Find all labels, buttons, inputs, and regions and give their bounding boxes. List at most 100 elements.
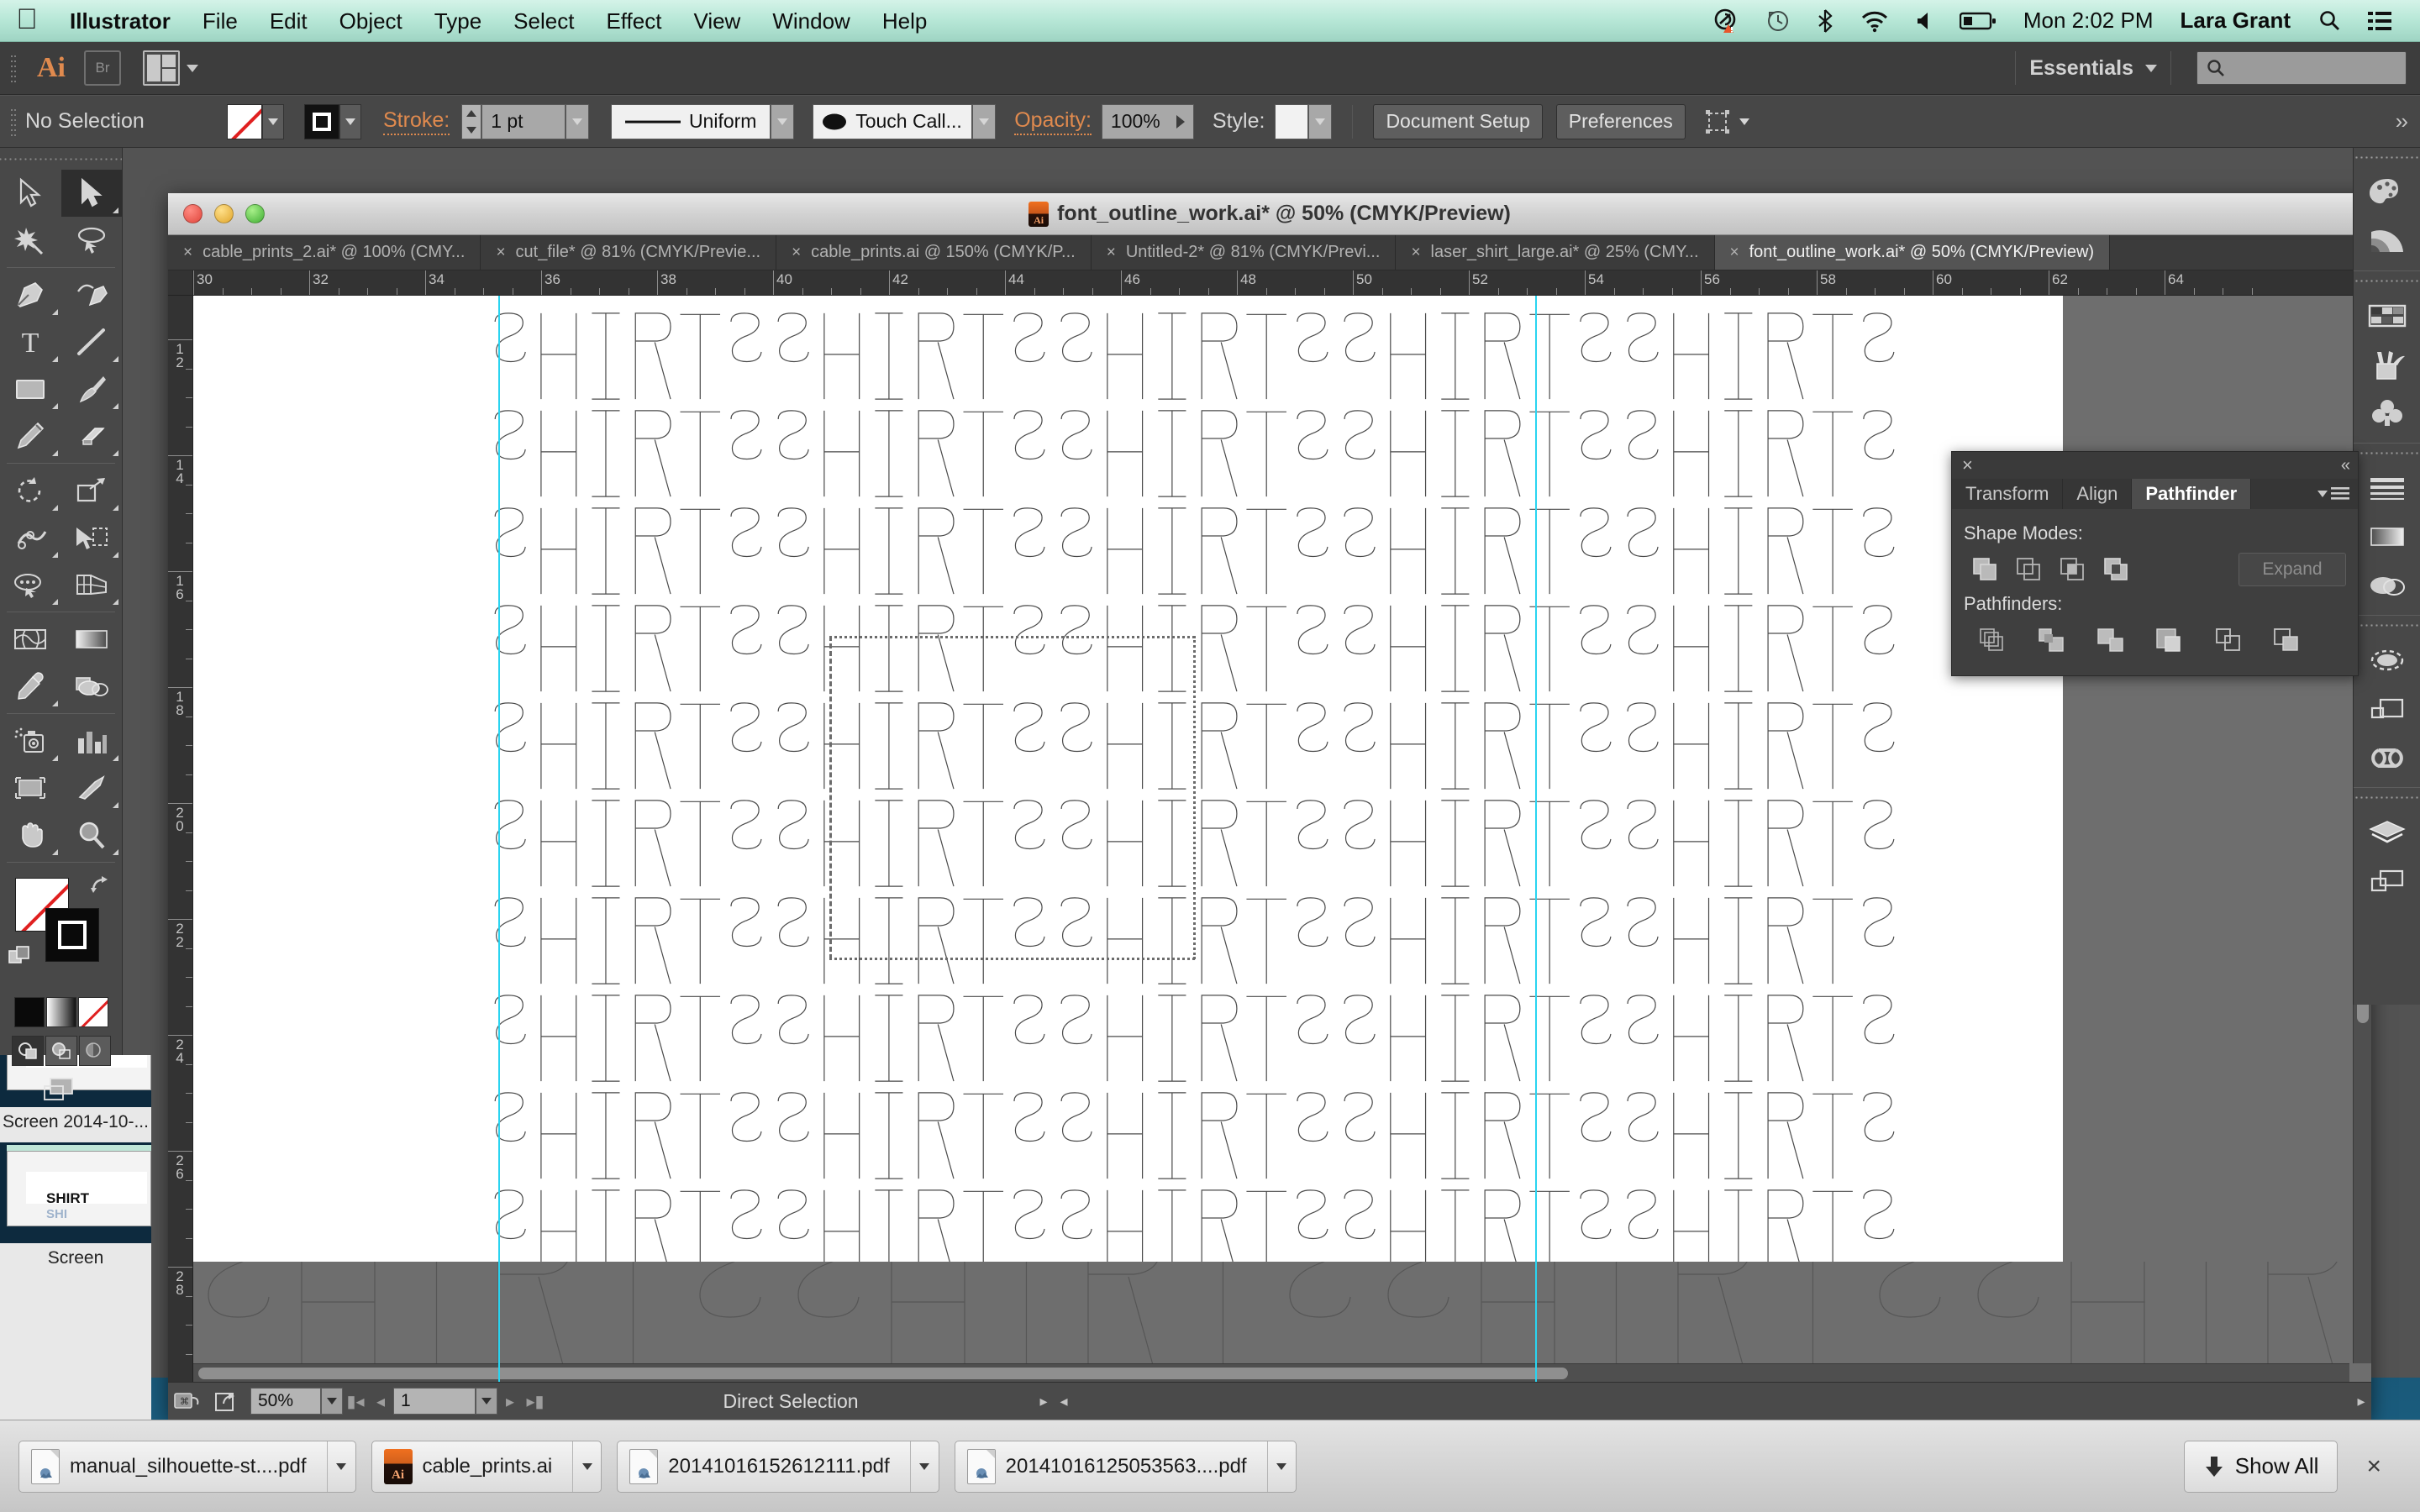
zoom-tool[interactable] — [61, 811, 123, 858]
tab-transform[interactable]: Transform — [1952, 479, 2064, 509]
artboard-number-dropdown[interactable] — [476, 1388, 497, 1415]
document-tab[interactable]: × Untitled-2* @ 81% (CMYK/Previ... — [1091, 235, 1397, 270]
time-machine-icon[interactable] — [1753, 0, 1803, 42]
previous-artboard-button[interactable]: ◂ — [368, 1383, 393, 1420]
preflight-icon[interactable]: ⌘ — [168, 1383, 207, 1420]
transform-each-button[interactable] — [1704, 108, 1749, 135]
show-all-button[interactable]: Show All — [2183, 1440, 2338, 1493]
battery-icon[interactable] — [1946, 0, 2010, 42]
menu-item-select[interactable]: Select — [497, 0, 590, 42]
graphic-style-swatch[interactable] — [1275, 103, 1309, 139]
screenshot-thumbnail[interactable]: SHIRT SHI — [0, 1142, 151, 1244]
gradient-panel-icon[interactable] — [2354, 512, 2420, 561]
collapse-panel-icon[interactable]: « — [2341, 456, 2350, 475]
shape-builder-tool[interactable] — [0, 561, 61, 608]
panel-menu-icon[interactable] — [2309, 479, 2358, 509]
curvature-tool[interactable] — [61, 271, 123, 318]
lasso-tool[interactable] — [61, 217, 123, 264]
status-expand-icon[interactable]: ▸ — [1034, 1383, 1054, 1420]
close-downloads-icon[interactable]: × — [2353, 1452, 2402, 1481]
vertical-ruler[interactable]: 12 14 16 18 20 22 24 26 28 — [168, 296, 193, 1382]
draw-behind-mode[interactable] — [45, 1036, 77, 1066]
stroke-weight-stepper[interactable] — [461, 103, 482, 139]
swap-fill-stroke-icon[interactable] — [90, 874, 113, 901]
type-tool[interactable]: T — [0, 318, 61, 365]
dock-group-grip[interactable] — [2354, 616, 2420, 634]
direct-selection-tool[interactable] — [60, 170, 122, 217]
swatches-panel-icon[interactable] — [2354, 291, 2420, 340]
free-transform-tool[interactable] — [61, 514, 123, 561]
scroll-left-icon[interactable]: ◂ — [1054, 1383, 1074, 1420]
color-panel-icon[interactable] — [2354, 168, 2420, 217]
symbol-sprayer-tool[interactable] — [0, 717, 61, 764]
menu-item-view[interactable]: View — [677, 0, 756, 42]
document-title-bar[interactable]: Ai font_outline_work.ai* @ 50% (CMYK/Pre… — [168, 193, 2371, 235]
spotlight-search-icon[interactable] — [2304, 0, 2354, 42]
pathfinder-panel-header[interactable]: × « — [1952, 452, 2358, 479]
menu-item-help[interactable]: Help — [866, 0, 943, 42]
default-fill-stroke-icon[interactable] — [8, 945, 34, 973]
download-item[interactable]: 20141016152612111.pdf — [617, 1440, 939, 1493]
menu-item-object[interactable]: Object — [324, 0, 418, 42]
width-tool[interactable] — [0, 514, 61, 561]
stroke-swatch-dropdown[interactable] — [339, 103, 361, 139]
close-icon[interactable]: × — [792, 244, 801, 262]
slice-tool[interactable] — [61, 764, 123, 811]
transparency-panel-icon[interactable] — [2354, 561, 2420, 610]
close-icon[interactable]: × — [496, 244, 505, 262]
close-icon[interactable]: × — [1411, 244, 1420, 262]
artboard-tool[interactable] — [0, 764, 61, 811]
fill-color-swatch[interactable] — [227, 103, 262, 139]
document-tab[interactable]: × cut_file* @ 81% (CMYK/Previe... — [481, 235, 777, 270]
horizontal-ruler[interactable]: 30 32 34 36 38 40 42 44 46 48 50 52 54 56 58 60 62 64 — [168, 270, 2371, 296]
exclude-icon[interactable] — [2095, 551, 2139, 588]
close-icon[interactable]: × — [183, 244, 192, 262]
artboards-panel-icon[interactable] — [2354, 857, 2420, 906]
line-segment-tool[interactable] — [61, 318, 123, 365]
rotate-tool[interactable] — [0, 467, 61, 514]
bridge-button[interactable]: Br — [84, 50, 121, 86]
none-swatch[interactable] — [77, 997, 108, 1027]
document-setup-button[interactable]: Document Setup — [1373, 103, 1543, 139]
brush-definition-combo[interactable]: Touch Call... — [813, 103, 973, 139]
menu-item-window[interactable]: Window — [756, 0, 865, 42]
appearance-panel-icon[interactable] — [2354, 636, 2420, 685]
close-icon[interactable]: × — [1107, 244, 1116, 262]
stroke-profile-combo[interactable]: Uniform — [611, 103, 771, 139]
zoom-level-field[interactable]: 50% — [250, 1388, 321, 1415]
layers-panel-icon[interactable] — [2354, 808, 2420, 857]
scale-tool[interactable] — [61, 467, 123, 514]
document-tab[interactable]: × laser_shirt_large.ai* @ 25% (CMY... — [1396, 235, 1715, 270]
hand-tool[interactable] — [0, 811, 61, 858]
eyedropper-tool[interactable] — [0, 663, 61, 710]
tab-align[interactable]: Align — [2063, 479, 2133, 509]
dock-group-grip[interactable] — [2354, 444, 2420, 462]
tab-pathfinder[interactable]: Pathfinder — [2132, 479, 2252, 509]
graphic-styles-panel-icon[interactable] — [2354, 685, 2420, 733]
download-item-menu[interactable] — [1266, 1441, 1296, 1492]
arrange-documents-button[interactable] — [143, 50, 198, 86]
first-artboard-button[interactable]: ▮◂ — [343, 1383, 368, 1420]
trim-icon[interactable] — [2023, 622, 2081, 659]
creative-cloud-icon[interactable] — [2354, 733, 2420, 782]
wifi-icon[interactable] — [1847, 0, 1902, 42]
menubar-username[interactable]: Lara Grant — [2167, 8, 2305, 34]
unite-icon[interactable] — [1964, 551, 2007, 588]
dock-group-grip[interactable] — [2354, 271, 2420, 290]
eraser-tool[interactable] — [61, 412, 123, 459]
search-input[interactable] — [2196, 51, 2407, 85]
document-tab-active[interactable]: × font_outline_work.ai* @ 50% (CMYK/Prev… — [1714, 235, 2111, 270]
close-icon[interactable]: × — [1730, 244, 1739, 262]
download-item[interactable]: Ai cable_prints.ai — [371, 1440, 602, 1493]
workspace-switcher[interactable]: Essentials — [2029, 56, 2133, 81]
menu-item-type[interactable]: Type — [418, 0, 497, 42]
download-item-menu[interactable] — [572, 1441, 601, 1492]
color-swatch-black[interactable] — [13, 997, 45, 1027]
download-item-menu[interactable] — [909, 1441, 939, 1492]
rectangle-tool[interactable] — [0, 365, 61, 412]
notification-center-icon[interactable] — [2354, 0, 2405, 42]
last-artboard-button[interactable]: ▸▮ — [523, 1383, 548, 1420]
download-item[interactable]: manual_silhouette-st....pdf — [18, 1440, 356, 1493]
draw-inside-mode[interactable] — [78, 1036, 111, 1066]
magic-wand-tool[interactable] — [0, 217, 61, 264]
